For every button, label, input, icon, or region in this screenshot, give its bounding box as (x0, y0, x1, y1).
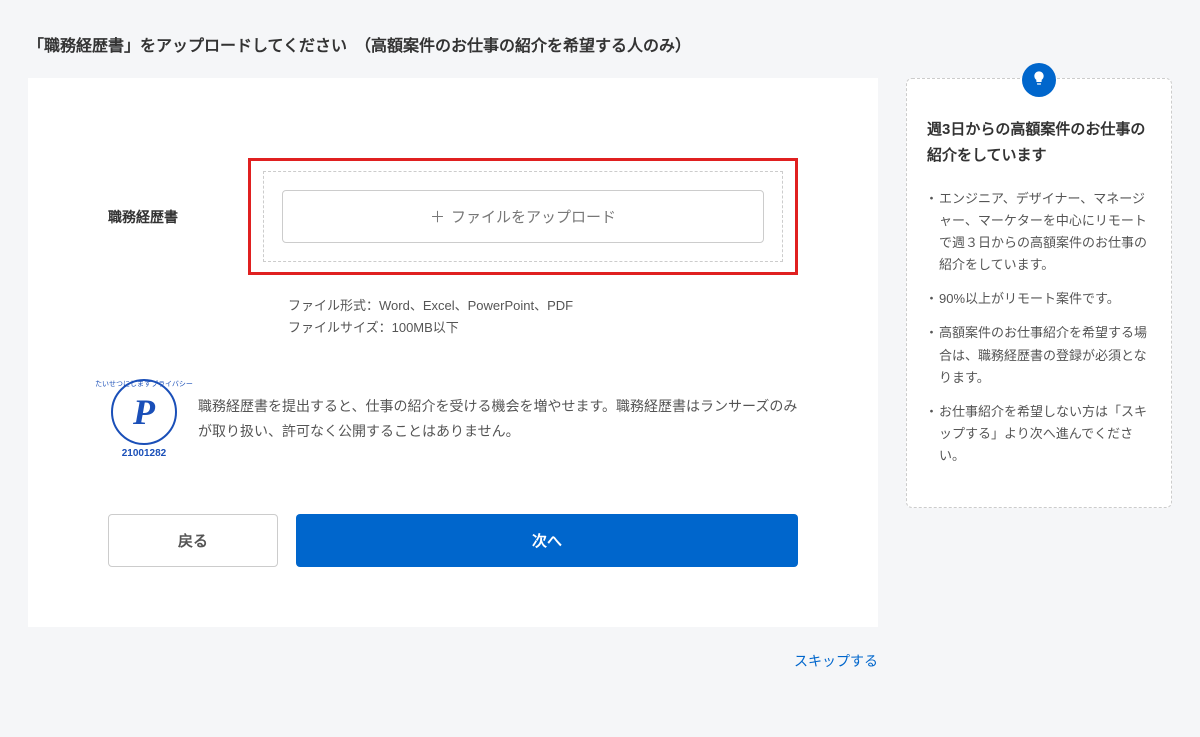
file-upload-button[interactable]: ＋ ファイルをアップロード (282, 190, 764, 243)
sidebar-item: エンジニア、デザイナー、マネージャー、マーケターを中心にリモートで週３日からの高… (927, 188, 1151, 276)
sidebar-list: エンジニア、デザイナー、マネージャー、マーケターを中心にリモートで週３日からの高… (927, 188, 1151, 467)
tip-badge (1022, 63, 1056, 97)
next-button[interactable]: 次へ (296, 514, 798, 567)
privacy-mark-arc-text: たいせつにしますプライバシー (95, 379, 193, 389)
sidebar-item: 高額案件のお仕事紹介を希望する場合は、職務経歴書の登録が必須となります。 (927, 322, 1151, 388)
file-size-text: ファイルサイズ：100MB以下 (288, 317, 798, 339)
upload-button-label: ファイルをアップロード (451, 206, 616, 227)
sidebar-title: 週3日からの高額案件のお仕事の紹介をしています (927, 117, 1151, 168)
tip-sidebar: 週3日からの高額案件のお仕事の紹介をしています エンジニア、デザイナー、マネージ… (906, 78, 1172, 508)
privacy-notice-text: 職務経歴書を提出すると、仕事の紹介を受ける機会を増やせます。職務経歴書はランサー… (198, 394, 798, 444)
field-label-resume: 職務経歴書 (108, 207, 198, 227)
sidebar-item: 90%以上がリモート案件です。 (927, 288, 1151, 310)
plus-icon: ＋ (430, 206, 445, 227)
upload-highlight-box: ＋ ファイルをアップロード (248, 158, 798, 275)
main-card: 職務経歴書 ＋ ファイルをアップロード ファイ (28, 78, 878, 627)
privacy-mark-number: 21001282 (122, 448, 167, 459)
lightbulb-icon (1031, 70, 1047, 91)
privacy-mark-icon: たいせつにしますプライバシー P 21001282 (108, 379, 180, 459)
upload-dropzone[interactable]: ＋ ファイルをアップロード (263, 171, 783, 262)
page-title: 「職務経歴書」をアップロードしてください （高額案件のお仕事の紹介を希望する人の… (28, 32, 1172, 56)
file-info: ファイル形式：Word、Excel、PowerPoint、PDF ファイルサイズ… (288, 295, 798, 339)
file-format-text: ファイル形式：Word、Excel、PowerPoint、PDF (288, 295, 798, 317)
skip-link[interactable]: スキップする (794, 653, 878, 669)
sidebar-item: お仕事紹介を希望しない方は「スキップする」より次へ進んでください。 (927, 401, 1151, 467)
back-button[interactable]: 戻る (108, 514, 278, 567)
